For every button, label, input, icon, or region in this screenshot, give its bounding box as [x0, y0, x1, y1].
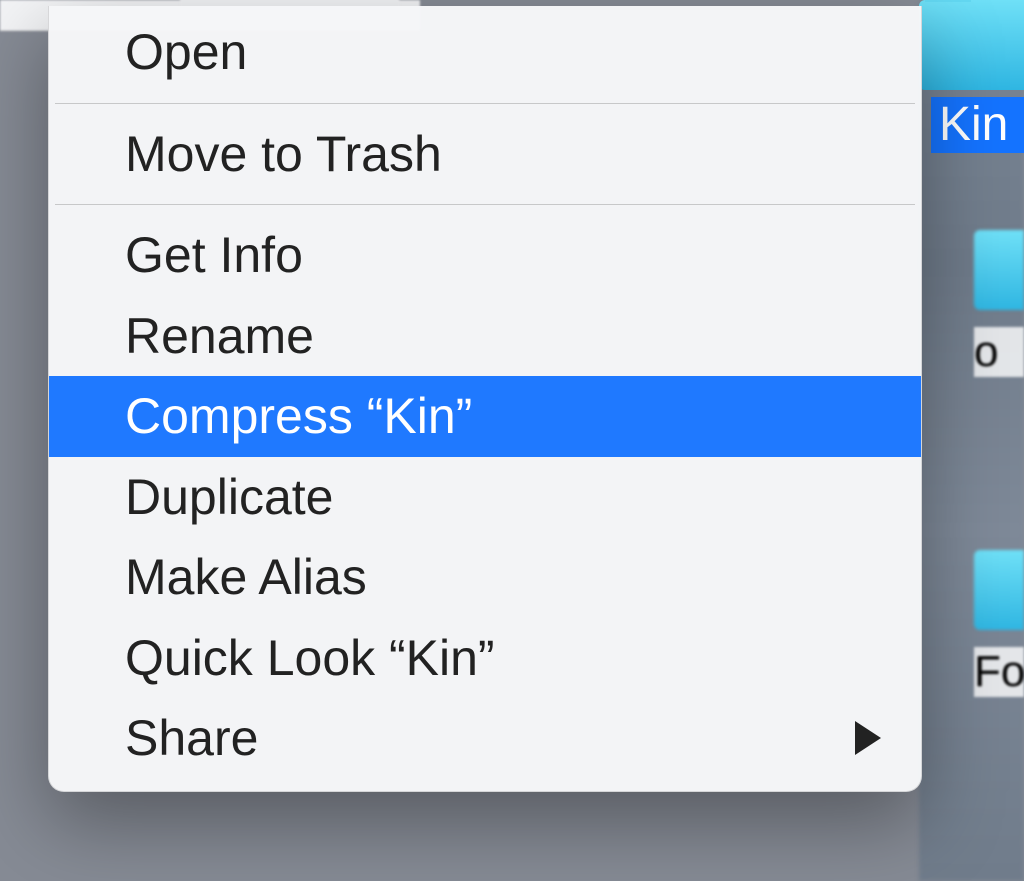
menu-item-label: Rename: [125, 308, 314, 364]
menu-item-label: Compress “Kin”: [125, 388, 472, 444]
folder-tab-icon: [925, 0, 971, 2]
file-label[interactable]: Fo: [974, 647, 1024, 697]
menu-item-quick-look[interactable]: Quick Look “Kin”: [49, 618, 921, 699]
folder-icon[interactable]: [974, 550, 1024, 630]
folder-icon[interactable]: [919, 0, 1024, 90]
menu-item-label: Make Alias: [125, 549, 367, 605]
file-label[interactable]: o: [974, 327, 1024, 377]
submenu-arrow-icon: [855, 721, 881, 755]
menu-item-compress[interactable]: Compress “Kin”: [49, 376, 921, 457]
folder-icon[interactable]: [974, 230, 1024, 310]
menu-separator: [55, 204, 915, 205]
menu-item-label: Duplicate: [125, 469, 333, 525]
menu-item-label: Move to Trash: [125, 126, 442, 182]
menu-item-share[interactable]: Share: [49, 698, 921, 779]
menu-item-label: Get Info: [125, 227, 303, 283]
desktop-background: Kin o Fo Open Move to Trash Get Info Ren…: [0, 0, 1024, 881]
menu-item-make-alias[interactable]: Make Alias: [49, 537, 921, 618]
menu-item-label: Quick Look “Kin”: [125, 630, 495, 686]
menu-item-label: Open: [125, 24, 247, 80]
menu-item-duplicate[interactable]: Duplicate: [49, 457, 921, 538]
menu-item-move-to-trash[interactable]: Move to Trash: [49, 114, 921, 195]
menu-item-open[interactable]: Open: [49, 12, 921, 93]
menu-item-rename[interactable]: Rename: [49, 296, 921, 377]
context-menu: Open Move to Trash Get Info Rename Compr…: [48, 6, 922, 792]
menu-separator: [55, 103, 915, 104]
menu-item-get-info[interactable]: Get Info: [49, 215, 921, 296]
selected-file-label[interactable]: Kin: [931, 97, 1024, 153]
menu-item-label: Share: [125, 710, 258, 766]
